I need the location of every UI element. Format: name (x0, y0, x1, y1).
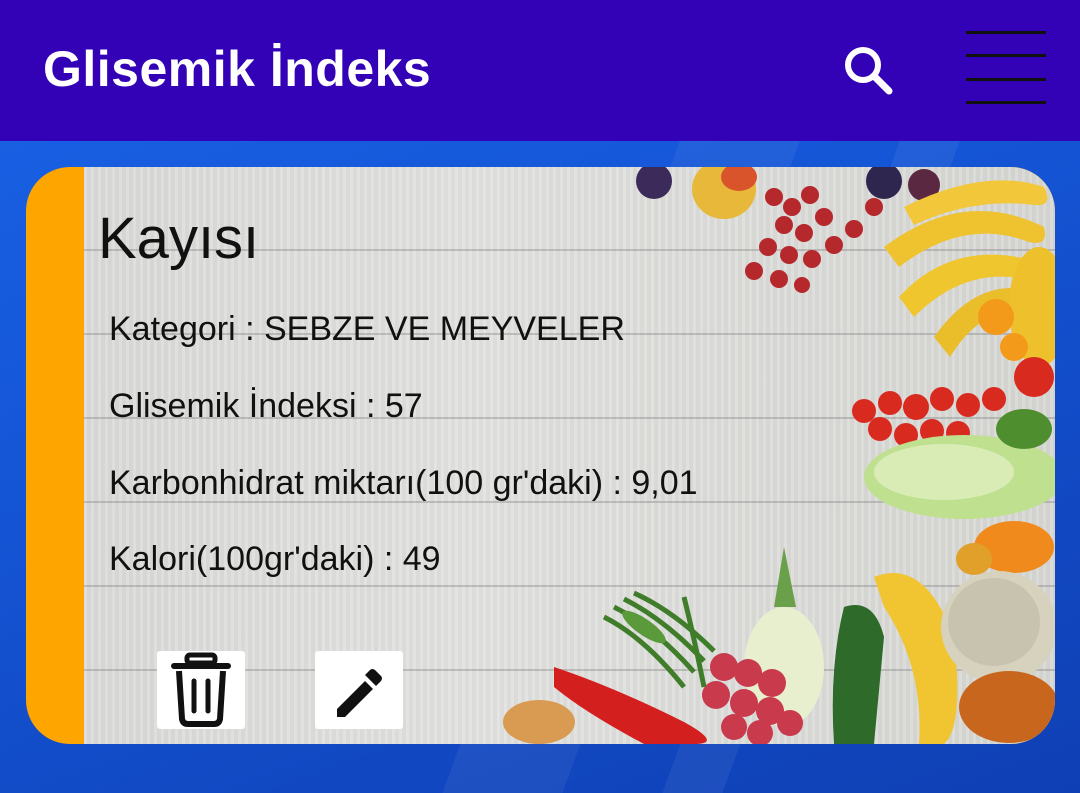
search-button[interactable] (838, 40, 898, 100)
app-bar: Glisemik İndeks (0, 0, 1080, 141)
app-title: Glisemik İndeks (43, 41, 432, 97)
menu-line (966, 78, 1046, 81)
search-icon (845, 47, 893, 95)
menu-button[interactable] (962, 28, 1050, 108)
edit-button[interactable] (315, 651, 403, 729)
food-name: Kayısı (98, 206, 260, 271)
carbohydrate-line: Karbonhidrat miktarı(100 gr'daki) : 9,01 (109, 464, 698, 502)
calorie-line: Kalori(100gr'daki) : 49 (109, 540, 441, 578)
category-line: Kategori : SEBZE VE MEYVELER (109, 310, 625, 348)
pencil-icon (337, 669, 382, 717)
trash-icon (171, 652, 231, 727)
menu-line (966, 101, 1046, 104)
glycemic-index-line: Glisemik İndeksi : 57 (109, 387, 423, 425)
hamburger-menu-icon (966, 31, 1046, 34)
delete-button[interactable] (157, 651, 245, 729)
menu-line (966, 54, 1046, 57)
